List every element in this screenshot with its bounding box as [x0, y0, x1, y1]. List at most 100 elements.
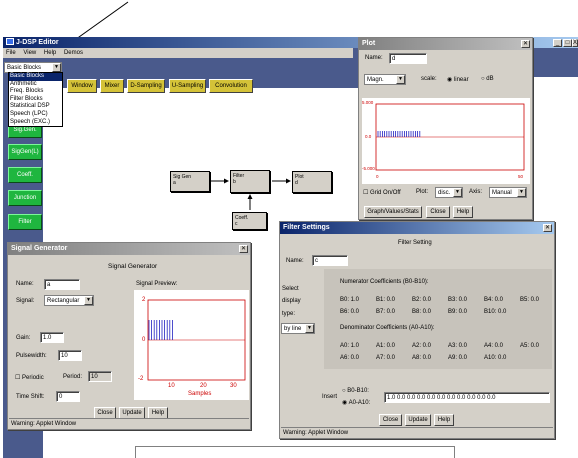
insert-a-label: A0-A10: — [348, 400, 371, 406]
dropdown-option[interactable]: Filter Blocks — [9, 96, 62, 104]
siggen-signal-label: Signal: — [16, 298, 35, 304]
coef-a9: A9: 0.0 — [448, 355, 468, 361]
siggen-close-icon[interactable]: ✕ — [239, 245, 248, 253]
plot-close-action-button[interactable]: Close — [426, 206, 450, 218]
plot-scale-db-radio[interactable]: ○ dB — [481, 76, 494, 82]
plot-help-button[interactable]: Help — [453, 206, 473, 218]
plot-type-select[interactable]: disc. ▼ — [435, 187, 463, 198]
insert-b-label: B0-B10: — [347, 388, 369, 394]
coef-b3: B3: 0.0 — [448, 297, 468, 303]
chevron-down-icon: ▼ — [396, 75, 405, 84]
grid-toggle-checkbox[interactable]: ☐ Grid On/Off — [363, 189, 401, 196]
plot-scale-linear-label: linear — [453, 77, 469, 83]
siggen-periodic-checkbox[interactable]: ☐ Periodic — [15, 374, 44, 381]
plot-window: Plot ✕ Name: d Magn. ▼ scale: ◉ linear ○ … — [358, 37, 533, 220]
coef-a1: A1: 0.0 — [376, 343, 396, 349]
block-category-value: Basic Blocks — [7, 65, 42, 71]
graph-values-stats-button[interactable]: Graph/Values/Stats — [364, 206, 422, 218]
axis-value: Manual — [492, 190, 512, 196]
filter-heading: Filter Setting — [398, 240, 432, 246]
insert-label: Insert — [322, 394, 338, 400]
filter-name-field[interactable]: c — [312, 255, 348, 266]
menu-help[interactable]: Help — [44, 50, 56, 56]
denominator-heading: Denominator Coefficients (A0-A10): — [340, 325, 435, 331]
filter-help-button[interactable]: Help — [434, 414, 454, 426]
filter-select-label-1: Select — [282, 286, 299, 292]
block-coeff[interactable]: Coeff. c — [232, 212, 267, 230]
coef-a0: A0: 1.0 — [340, 343, 360, 349]
coef-a7: A7: 0.0 — [376, 355, 396, 361]
dropdown-option[interactable]: Statistical DSP — [9, 103, 62, 111]
siggen-x-tick: 10 — [168, 383, 175, 389]
insert-a-radio[interactable]: ◉ A0-A10: — [342, 399, 370, 406]
insert-values-field[interactable]: 1.0 0.0 0.0 0.0 0.0 0.0 0.0 0.0 0.0 0.0 … — [384, 392, 550, 403]
siggen-gain-field[interactable]: 1.0 — [40, 332, 64, 343]
plot-mode-select[interactable]: Magn. ▼ — [364, 74, 406, 85]
siggen-period-field[interactable]: 10 — [88, 371, 112, 382]
block-siggen-sub: a — [173, 180, 176, 186]
axis-select[interactable]: Manual ▼ — [489, 187, 527, 198]
menu-view[interactable]: View — [23, 50, 36, 56]
plot-scale-linear-radio[interactable]: ◉ linear — [447, 76, 469, 83]
block-filter[interactable]: Filter b — [230, 170, 270, 193]
block-siggen[interactable]: Sig Gen a — [170, 171, 210, 192]
toolbar-dsampling-button[interactable]: D-Sampling — [127, 79, 165, 93]
plot-type-value: disc. — [438, 190, 451, 196]
minimize-button[interactable]: _ — [553, 39, 562, 47]
menu-file[interactable]: File — [6, 50, 16, 56]
filter-close-button[interactable]: Close — [379, 414, 402, 426]
side-siggenl-button[interactable]: SigGen(L) — [8, 144, 42, 160]
filter-close-icon[interactable]: ✕ — [543, 224, 552, 232]
app-logo-icon — [6, 38, 14, 45]
plot-name-field[interactable]: d — [389, 53, 427, 64]
siggen-name-field[interactable]: a — [44, 279, 80, 290]
siggen-y-tick: -2 — [138, 376, 144, 382]
dropdown-option[interactable]: Freq. Blocks — [9, 88, 62, 96]
filter-display-type-value: by line — [284, 326, 302, 332]
siggen-gain-label: Gain: — [16, 335, 31, 341]
plot-name-label: Name: — [365, 55, 383, 61]
siggen-shift-field[interactable]: 0 — [56, 391, 80, 402]
filter-display-type-select[interactable]: by line ▼ — [281, 323, 315, 334]
plot-mode-value: Magn. — [367, 77, 384, 83]
filter-update-button[interactable]: Update — [405, 414, 431, 426]
chevron-down-icon: ▼ — [453, 188, 462, 197]
plot-titlebar: Plot — [359, 38, 532, 50]
coef-b4: B4: 0.0 — [484, 297, 504, 303]
plot-scale-db-label: dB — [486, 76, 494, 82]
coef-b7: B7: 0.0 — [376, 309, 396, 315]
menu-demos[interactable]: Demos — [64, 50, 83, 56]
insert-b-radio[interactable]: ○ B0-B10: — [342, 388, 369, 394]
plot-graph — [375, 103, 525, 171]
dropdown-option[interactable]: Speech (EXC.) — [9, 119, 62, 127]
plot-y-tick: -5.000 — [362, 166, 375, 171]
siggen-preview-label: Signal Preview: — [136, 281, 178, 287]
chevron-down-icon: ▼ — [517, 188, 526, 197]
siggen-period-label: Period: — [63, 374, 83, 380]
coef-a8: A8: 0.0 — [412, 355, 432, 361]
plot-close-button[interactable]: ✕ — [521, 40, 530, 48]
numerator-row-2: B6: 0.0 B7: 0.0 B8: 0.0 B9: 0.0 B10: 0.0 — [340, 309, 552, 315]
toolbar-usampling-button[interactable]: U-Sampling — [169, 79, 206, 93]
grid-toggle-label: Grid On/Off — [370, 190, 401, 196]
maximize-button[interactable]: □ — [563, 39, 572, 47]
toolbar-convolution-button[interactable]: Convolution — [209, 79, 253, 93]
plot-type-label: Plot: — [416, 189, 429, 195]
dropdown-option[interactable]: Basic Blocks — [9, 73, 62, 81]
side-filter-button[interactable]: Filter — [8, 214, 42, 230]
siggen-x-axis-label: Samples — [188, 391, 212, 397]
dropdown-option[interactable]: Speech (LPC) — [9, 111, 62, 119]
side-coeff-button[interactable]: Coeff. — [8, 167, 42, 183]
plot-title: Plot — [362, 40, 376, 47]
signal-generator-window: Signal Generator ✕ Signal Generator Name… — [7, 242, 251, 430]
coef-b5: B5: 0.0 — [520, 297, 540, 303]
siggen-pulse-field[interactable]: 10 — [58, 350, 82, 361]
side-junction-button[interactable]: Junction — [8, 190, 42, 206]
siggen-signal-select[interactable]: Rectangular ▼ — [44, 295, 94, 306]
close-button[interactable]: X — [572, 39, 578, 47]
block-plot[interactable]: Plot d — [292, 171, 332, 193]
siggen-status-bar: Warning: Applet Window — [9, 418, 249, 428]
dropdown-option[interactable]: Arithmetic — [9, 81, 62, 89]
toolbar-mixer-button[interactable]: Mixer — [100, 79, 124, 93]
toolbar-window-button[interactable]: Window — [67, 79, 97, 93]
